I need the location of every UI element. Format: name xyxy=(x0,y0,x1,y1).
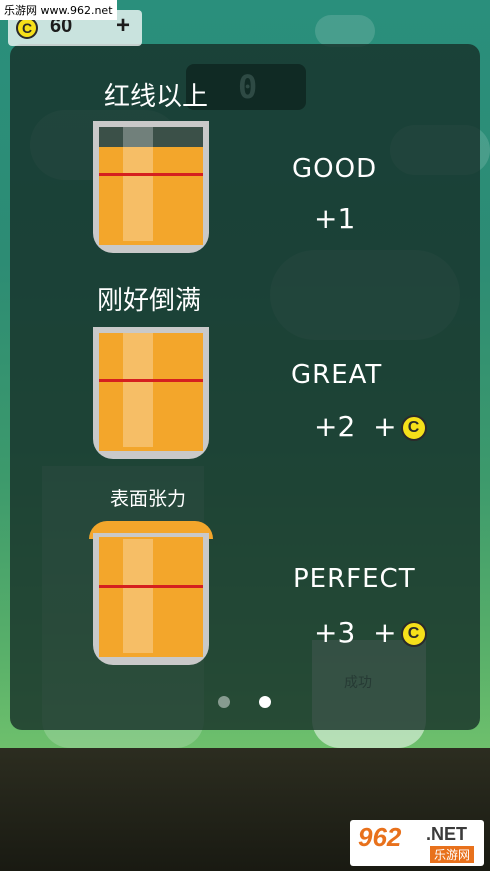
coin-icon: C xyxy=(400,415,427,441)
add-coins-button[interactable]: + xyxy=(116,12,130,40)
rating-perfect: PERFECT xyxy=(293,564,416,594)
watermark: 乐游网 www.962.net xyxy=(0,0,117,20)
cup-great xyxy=(93,327,209,459)
coin-icon: C xyxy=(400,621,427,647)
page-dot-2-active[interactable] xyxy=(259,696,271,708)
rating-good: GOOD xyxy=(292,154,378,184)
page-dot-1[interactable] xyxy=(218,696,230,708)
red-line xyxy=(99,173,203,176)
cup-shine xyxy=(123,127,153,241)
cup-good xyxy=(93,121,209,253)
cup-shine xyxy=(123,539,153,653)
brand-number: 962 xyxy=(358,822,402,852)
reward-great-text: +2 + xyxy=(314,410,397,443)
reward-perfect: +3 + C xyxy=(314,616,427,649)
brand-watermark: 962 .NET 乐游网 xyxy=(350,820,484,866)
cup-perfect xyxy=(89,521,213,665)
coin-icon: C xyxy=(16,17,38,39)
background-cloud xyxy=(315,15,375,47)
reward-great: +2 + C xyxy=(314,410,427,443)
caption-just-full: 刚好倒满 xyxy=(97,286,202,316)
caption-above-line: 红线以上 xyxy=(104,82,209,112)
cup-shine xyxy=(123,333,153,447)
brand-name: 乐游网 xyxy=(430,846,475,863)
reward-perfect-text: +3 + xyxy=(314,616,397,649)
brand-suffix: .NET xyxy=(426,824,468,844)
score-value: 0 xyxy=(238,68,258,106)
rating-great: GREAT xyxy=(291,360,383,390)
caption-surface-tension: 表面张力 xyxy=(110,488,187,510)
red-line xyxy=(99,379,203,382)
red-line xyxy=(99,585,203,588)
reward-good: +1 xyxy=(314,202,356,235)
